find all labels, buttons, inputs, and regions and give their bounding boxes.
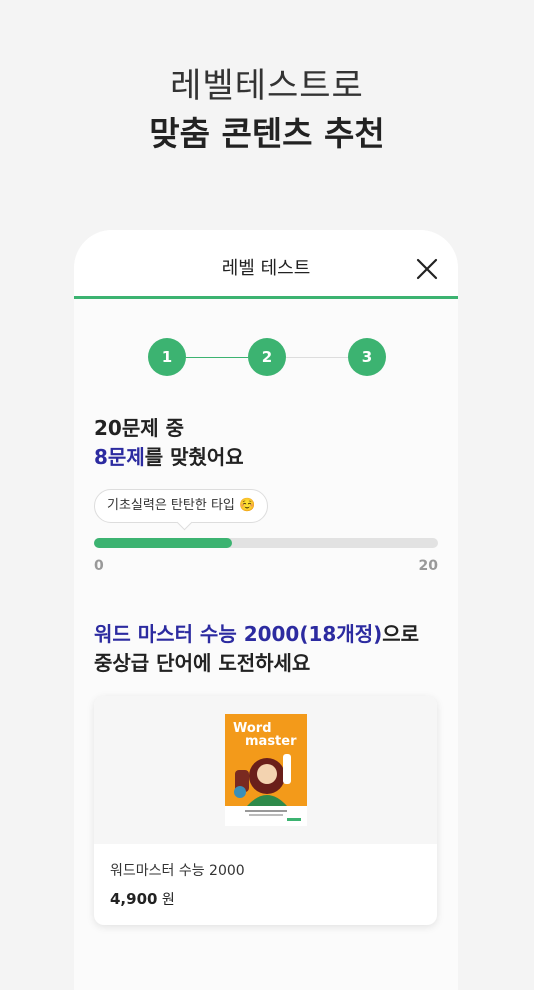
result-line2-rest: 를 맞췄어요 xyxy=(144,445,244,469)
recommendation-line1-suffix: 으로 xyxy=(382,622,420,646)
product-price: 4,900 원 xyxy=(110,889,175,909)
step-1: 1 xyxy=(148,338,186,376)
headline: 레벨테스트로 맞춤 콘텐츠 추천 xyxy=(0,62,534,158)
product-name: 워드마스터 수능 2000 xyxy=(110,863,245,879)
result-text: 20문제 중 8문제를 맞췄어요 xyxy=(94,414,434,472)
step-3: 3 xyxy=(348,338,386,376)
step-connector-pending xyxy=(286,357,348,358)
recommended-book-title: 워드 마스터 수능 2000(18개정) xyxy=(94,622,383,646)
step-indicator: 1 2 3 xyxy=(148,338,386,378)
level-tooltip: 기초실력은 탄탄한 타입 ☺️ xyxy=(94,489,269,523)
score-progress-bar xyxy=(94,538,438,548)
product-price-amount: 4,900 xyxy=(110,890,158,908)
headline-line2: 맞춤 콘텐츠 추천 xyxy=(149,114,385,153)
recommendation-line2: 중상급 단어에 도전하세요 xyxy=(94,651,311,675)
close-icon[interactable] xyxy=(414,256,440,282)
product-image-area: Word master xyxy=(94,696,437,844)
step-2: 2 xyxy=(248,338,286,376)
book-cover-image: Word master xyxy=(225,714,307,826)
correct-count: 8문제 xyxy=(94,445,145,469)
product-card[interactable]: Word master 워드마스터 수능 2000 4,900 원 xyxy=(94,696,437,925)
result-line2: 8문제를 맞췄어요 xyxy=(94,443,434,472)
result-line1: 20문제 중 xyxy=(94,416,184,440)
step-connector-done xyxy=(186,357,248,358)
progress-min-label: 0 xyxy=(94,558,104,574)
modal-title: 레벨 테스트 xyxy=(221,258,311,279)
score-progress-fill xyxy=(94,538,232,548)
cover-title-line2: master xyxy=(245,734,297,749)
headline-line1: 레벨테스트로 xyxy=(170,66,364,106)
recommendation-text: 워드 마스터 수능 2000(18개정)으로 중상급 단어에 도전하세요 xyxy=(94,620,438,678)
phone-frame: 레벨 테스트 1 2 3 20문제 중 8문제를 맞췄어요 기초실력은 탄탄한 … xyxy=(74,230,458,990)
modal-header: 레벨 테스트 xyxy=(74,230,458,299)
progress-max-label: 20 xyxy=(418,558,438,574)
product-price-currency: 원 xyxy=(161,892,175,908)
recommendation-line1: 워드 마스터 수능 2000(18개정)으로 xyxy=(94,620,438,649)
